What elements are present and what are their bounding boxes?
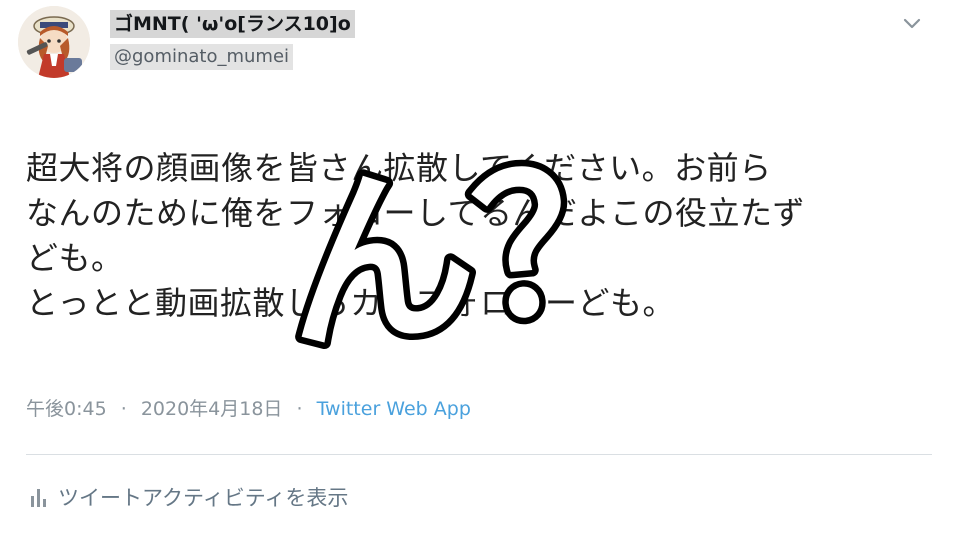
tweet-source-link[interactable]: Twitter Web App [317, 398, 471, 420]
display-name[interactable]: ゴMNT( 'ω'o[ランス10]o [110, 10, 355, 38]
chevron-down-icon [903, 18, 921, 29]
divider [26, 454, 932, 455]
meta-separator: · [296, 398, 303, 420]
activity-label: ツイートアクティビティを表示 [58, 486, 349, 510]
avatar-anime-character-icon [18, 6, 90, 78]
user-handle[interactable]: @gominato_mumei [110, 44, 294, 70]
view-tweet-activity-link[interactable]: ツイートアクティビティを表示 [30, 482, 348, 512]
bar-chart-icon [31, 489, 46, 507]
overlay-stamp: ん？ [269, 140, 680, 360]
meta-separator: · [120, 398, 127, 420]
tweet-date[interactable]: 2020年4月18日 [141, 398, 283, 420]
tweet-menu-button[interactable] [900, 14, 924, 34]
overlay-text: ん？ [275, 140, 673, 360]
tweet-time[interactable]: 午後0:45 [26, 398, 107, 420]
avatar[interactable] [18, 6, 90, 78]
tweet-meta: 午後0:45 · 2020年4月18日 · Twitter Web App [26, 394, 471, 421]
